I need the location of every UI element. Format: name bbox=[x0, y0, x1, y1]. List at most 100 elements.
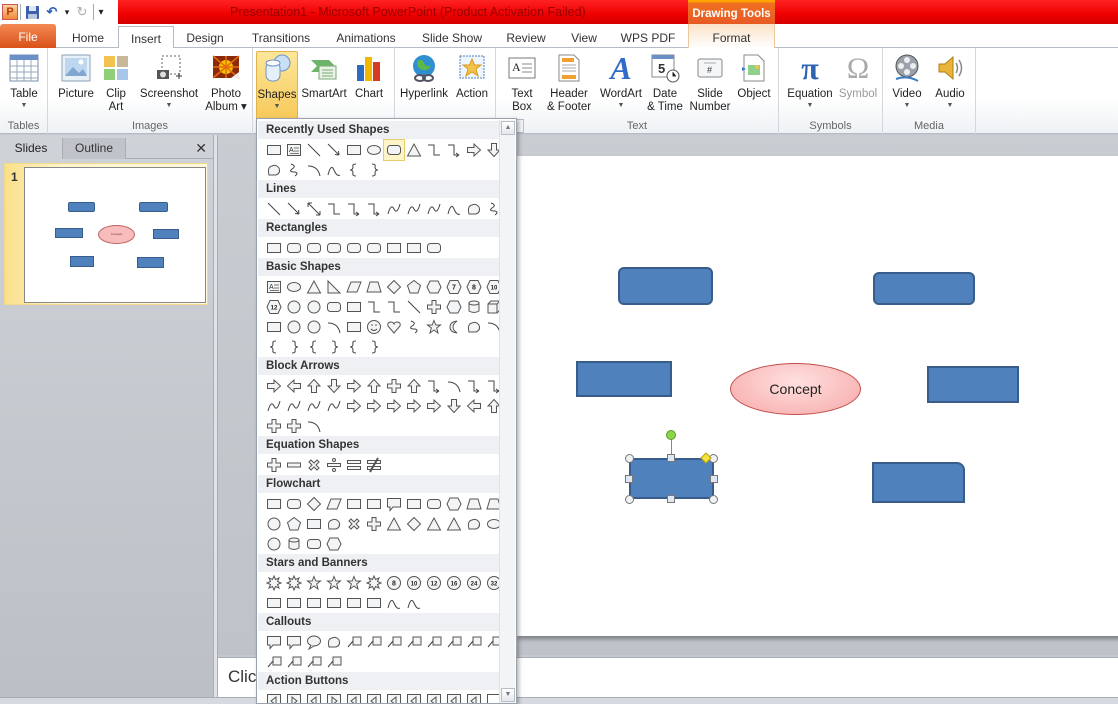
equation-button[interactable]: π Equation ▼ bbox=[783, 52, 837, 110]
shape-rtri-icon[interactable] bbox=[324, 277, 344, 297]
shape-lbrace-icon[interactable] bbox=[304, 337, 324, 357]
shape-s-icon[interactable]: 16 bbox=[444, 573, 464, 593]
resize-handle[interactable] bbox=[710, 475, 718, 483]
shape-ocallout-icon[interactable] bbox=[304, 632, 324, 652]
tab-file[interactable]: File bbox=[0, 24, 56, 48]
shape-smiley-icon[interactable] bbox=[364, 317, 384, 337]
shape-action-icon[interactable] bbox=[464, 691, 484, 703]
shape-actplay-icon[interactable] bbox=[324, 691, 344, 703]
shape-rrect-icon[interactable] bbox=[324, 297, 344, 317]
shape-plus-icon[interactable] bbox=[364, 514, 384, 534]
shape-arc-icon[interactable] bbox=[324, 317, 344, 337]
shape-line-icon[interactable] bbox=[304, 140, 324, 160]
tab-insert[interactable]: Insert bbox=[118, 26, 174, 49]
shape-rrect-icon[interactable] bbox=[284, 238, 304, 258]
shape-arrow-icon[interactable] bbox=[324, 140, 344, 160]
video-button[interactable]: Video ▼ bbox=[887, 52, 927, 110]
shape-rect-icon[interactable] bbox=[324, 593, 344, 613]
smartart-button[interactable]: SmartArt bbox=[300, 52, 348, 101]
shape-ellipse-icon[interactable] bbox=[284, 277, 304, 297]
shape-minus-icon[interactable] bbox=[284, 455, 304, 475]
shape-rect-icon[interactable] bbox=[364, 494, 384, 514]
shape-darrowb-icon[interactable] bbox=[444, 396, 464, 416]
shape-burst-icon[interactable] bbox=[264, 573, 284, 593]
shape-rarrow-icon[interactable] bbox=[404, 396, 424, 416]
shape-lbrace-icon[interactable] bbox=[264, 337, 284, 357]
tab-slides[interactable]: Slides bbox=[0, 138, 62, 159]
shape-free-icon[interactable] bbox=[324, 514, 344, 534]
screenshot-button[interactable]: Screenshot ▼ bbox=[138, 52, 200, 110]
shape-rarrow-icon[interactable] bbox=[364, 396, 384, 416]
shape-rrect-icon[interactable] bbox=[304, 238, 324, 258]
shape-lcallout-icon[interactable] bbox=[464, 632, 484, 652]
shape-lcallout-icon[interactable] bbox=[324, 652, 344, 672]
shape-action-icon[interactable] bbox=[264, 691, 284, 703]
shape-hex-icon[interactable] bbox=[444, 297, 464, 317]
shape-rbrace-icon[interactable] bbox=[324, 337, 344, 357]
tab-view[interactable]: View bbox=[560, 26, 608, 48]
shape-lbrace-icon[interactable] bbox=[344, 160, 364, 180]
shape-star-icon[interactable] bbox=[424, 317, 444, 337]
shape-uarrow-icon[interactable] bbox=[364, 376, 384, 396]
shape-trap-icon[interactable] bbox=[464, 494, 484, 514]
shape-wave-icon[interactable] bbox=[324, 160, 344, 180]
shape-hex-icon[interactable] bbox=[324, 534, 344, 554]
tab-transitions[interactable]: Transitions bbox=[240, 26, 322, 48]
undo-dropdown-icon[interactable]: ▾ bbox=[63, 3, 71, 21]
shape-burst-icon[interactable] bbox=[364, 573, 384, 593]
photo-album-button[interactable]: Photo Album ▾ bbox=[202, 52, 250, 114]
shape-rarrow-icon[interactable] bbox=[384, 396, 404, 416]
shape-circle-icon[interactable] bbox=[304, 317, 324, 337]
resize-handle[interactable] bbox=[709, 495, 718, 504]
tab-wps-pdf[interactable]: WPS PDF bbox=[614, 26, 682, 48]
shape-circle-icon[interactable] bbox=[284, 297, 304, 317]
shape-rrect-icon[interactable] bbox=[424, 238, 444, 258]
shape-rarrow-icon[interactable] bbox=[344, 376, 364, 396]
shape-rect-icon[interactable] bbox=[264, 140, 284, 160]
shape-elbowa-icon[interactable] bbox=[464, 376, 484, 396]
shape-rect-icon[interactable] bbox=[284, 593, 304, 613]
rectangle-shape[interactable] bbox=[927, 366, 1019, 403]
shape-tri-icon[interactable] bbox=[384, 514, 404, 534]
shape-line-icon[interactable] bbox=[264, 199, 284, 219]
shape-action-icon[interactable] bbox=[404, 691, 424, 703]
shape-lcallout-icon[interactable] bbox=[384, 632, 404, 652]
shape-rrect-icon[interactable] bbox=[364, 238, 384, 258]
shape-rect-icon[interactable] bbox=[344, 297, 364, 317]
shape-scrib-icon[interactable] bbox=[284, 160, 304, 180]
shape-lcallout-icon[interactable] bbox=[404, 632, 424, 652]
shape-lcallout-icon[interactable] bbox=[344, 632, 364, 652]
shape-arrow-icon[interactable] bbox=[284, 199, 304, 219]
shape-lbrace-icon[interactable] bbox=[344, 337, 364, 357]
rotation-handle[interactable] bbox=[666, 430, 676, 440]
shape-rect-icon[interactable] bbox=[264, 238, 284, 258]
rounded-rectangle-shape[interactable] bbox=[873, 272, 975, 305]
save-icon[interactable] bbox=[23, 3, 41, 21]
resize-handle[interactable] bbox=[625, 495, 634, 504]
object-button[interactable]: Object bbox=[734, 52, 774, 101]
rounded-rectangle-shape[interactable] bbox=[618, 267, 713, 305]
hyperlink-button[interactable]: Hyperlink bbox=[398, 52, 450, 101]
redo-icon[interactable]: ↻ bbox=[73, 3, 91, 21]
shape-free-icon[interactable] bbox=[324, 632, 344, 652]
shape-actplay-icon[interactable] bbox=[284, 691, 304, 703]
shape-uarrow-icon[interactable] bbox=[304, 376, 324, 396]
shape-free-icon[interactable] bbox=[464, 317, 484, 337]
audio-button[interactable]: Audio ▼ bbox=[929, 52, 971, 110]
table-button[interactable]: Table ▼ bbox=[4, 52, 44, 110]
tab-home[interactable]: Home bbox=[60, 26, 116, 48]
shape-rect-icon[interactable] bbox=[264, 317, 284, 337]
tab-review[interactable]: Review bbox=[498, 26, 554, 48]
shape-diamond-icon[interactable] bbox=[404, 514, 424, 534]
tab-outline[interactable]: Outline bbox=[62, 138, 126, 159]
shape-larrow-icon[interactable] bbox=[464, 396, 484, 416]
shape-rrect-icon[interactable] bbox=[383, 139, 405, 161]
shape-star-icon[interactable] bbox=[304, 573, 324, 593]
shape-larrow-icon[interactable] bbox=[284, 376, 304, 396]
shape-rect-icon[interactable] bbox=[304, 593, 324, 613]
shape-can-icon[interactable] bbox=[464, 297, 484, 317]
shape-rbrace-icon[interactable] bbox=[284, 337, 304, 357]
picture-button[interactable]: Picture bbox=[54, 52, 98, 101]
shape-eq-icon[interactable] bbox=[344, 455, 364, 475]
shape-rect-icon[interactable] bbox=[344, 317, 364, 337]
